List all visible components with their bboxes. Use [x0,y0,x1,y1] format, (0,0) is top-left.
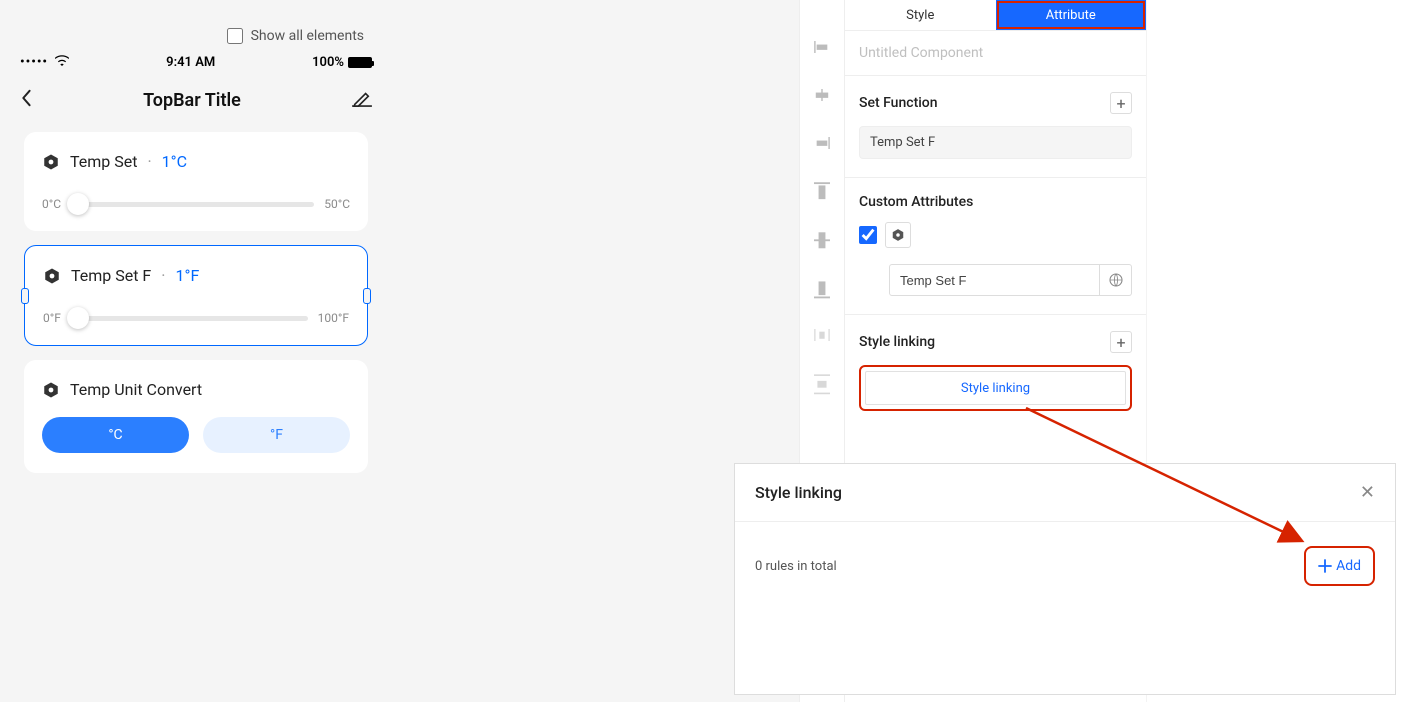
back-icon[interactable] [20,88,32,112]
slider-min: 0°F [43,311,61,325]
slider-min: 0°C [42,197,61,211]
plus-icon [1318,559,1332,573]
slider-row: 0°F 100°F [43,311,349,325]
tab-bar: Style Attribute [845,0,1146,31]
slider-row: 0°C 50°C [42,197,350,211]
status-time: 9:41 AM [166,55,215,70]
custom-attributes-label: Custom Attributes [859,194,973,210]
slider-max: 50°C [324,197,350,211]
temp-f-slider[interactable] [71,316,308,321]
card-title: Temp Set F [71,266,151,285]
add-function-button[interactable]: + [1110,92,1132,114]
show-all-checkbox[interactable] [227,28,243,44]
distribute-v-icon[interactable] [814,374,830,388]
slider-thumb[interactable] [67,307,89,329]
style-linking-button[interactable]: Style linking [865,371,1126,405]
card-value: 1°F [175,266,199,285]
battery-icon [348,57,372,68]
style-linking-section: Style linking + Style linking [845,315,1146,429]
align-bottom-icon[interactable] [814,278,830,292]
phone-frame: ••••• 9:41 AM 100% TopBar Title [12,55,380,487]
battery-text: 100% [312,55,344,70]
dot-separator: · [147,152,151,171]
card-value: 1°C [162,152,187,171]
component-name-field[interactable]: Untitled Component [845,31,1146,76]
set-function-value[interactable]: Temp Set F [859,126,1132,159]
add-highlight: Add [1304,546,1375,586]
set-function-section: Set Function + Temp Set F [845,76,1146,178]
temp-slider[interactable] [71,202,314,207]
tab-style[interactable]: Style [845,0,996,30]
card-header: Temp Set F · 1°F [43,266,349,285]
slider-thumb[interactable] [67,193,89,215]
style-linking-highlight: Style linking [859,365,1132,411]
unit-f-button[interactable]: °F [203,417,350,453]
card-title: Temp Set [70,152,137,171]
temp-set-card[interactable]: Temp Set · 1°C 0°C 50°C [24,132,368,231]
close-icon[interactable]: ✕ [1360,482,1375,503]
wifi-icon [55,55,69,70]
align-center-h-icon[interactable] [814,86,830,100]
align-left-icon[interactable] [814,38,830,52]
preview-panel: Show all elements ••••• 9:41 AM 100% Top… [0,0,799,702]
rules-count: 0 rules in total [755,559,837,574]
align-top-icon[interactable] [814,182,830,196]
popup-title: Style linking [755,483,842,502]
add-label: Add [1336,558,1361,574]
card-header: Temp Unit Convert [42,380,350,399]
show-all-row: Show all elements [0,28,380,48]
hexagon-icon [42,153,60,171]
statusbar: ••••• 9:41 AM 100% [12,55,380,78]
battery-indicator: 100% [312,55,372,70]
popup-header: Style linking ✕ [735,464,1395,522]
topbar: TopBar Title [12,78,380,132]
signal-indicator: ••••• [20,55,69,70]
show-all-checkbox-label[interactable]: Show all elements [227,28,364,44]
edit-icon[interactable] [352,89,372,112]
card-header: Temp Set · 1°C [42,152,350,171]
custom-attributes-section: Custom Attributes [845,178,1146,315]
globe-icon[interactable] [1100,264,1132,296]
align-right-icon[interactable] [814,134,830,148]
attr-value-input[interactable] [889,264,1100,296]
attr-checkbox[interactable] [859,226,877,244]
style-linking-label: Style linking [859,334,935,350]
dot-separator: · [161,266,165,285]
page-title: TopBar Title [143,90,241,111]
temp-unit-convert-card[interactable]: Temp Unit Convert °C °F [24,360,368,473]
hexagon-icon [43,267,61,285]
popup-body: 0 rules in total Add [735,522,1395,610]
attr-hexagon-icon[interactable] [885,222,911,248]
slider-max: 100°F [318,311,349,325]
unit-buttons: °C °F [42,417,350,453]
show-all-text: Show all elements [251,28,364,44]
distribute-h-icon[interactable] [814,326,830,340]
add-style-linking-button[interactable]: + [1110,331,1132,353]
tab-attribute[interactable]: Attribute [996,0,1147,30]
card-title: Temp Unit Convert [70,380,202,399]
align-center-v-icon[interactable] [814,230,830,244]
style-linking-popup: Style linking ✕ 0 rules in total Add [734,463,1396,695]
hexagon-icon [42,381,60,399]
temp-set-f-card[interactable]: Temp Set F · 1°F 0°F 100°F [24,245,368,346]
unit-c-button[interactable]: °C [42,417,189,453]
add-rule-button[interactable]: Add [1318,558,1361,574]
set-function-label: Set Function [859,95,938,111]
